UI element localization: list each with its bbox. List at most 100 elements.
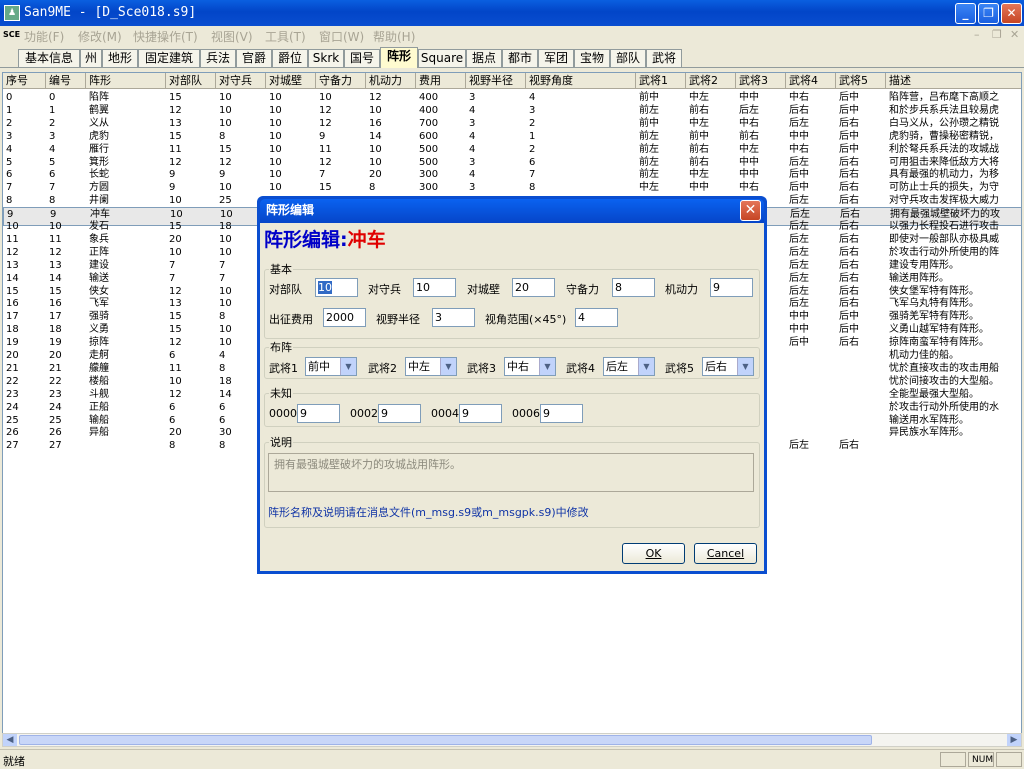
column-header[interactable]: 对城壁	[266, 73, 316, 89]
table-cell: 27	[49, 440, 62, 452]
table-row[interactable]: 3 3 虎豹 15 8 10 9 14 600 4 1 前左 前中 前右 中中 后中 虎豹骑，曹操秘密精锐，	[3, 130, 1021, 143]
table-cell: 17	[49, 311, 62, 323]
close-button[interactable]: ✕	[1001, 3, 1022, 24]
column-header[interactable]: 机动力	[366, 73, 416, 89]
field-0002-input[interactable]: 9	[378, 404, 421, 423]
menu-tools[interactable]: 工具(T)	[265, 28, 306, 45]
table-cell: 11	[49, 233, 62, 245]
menu-function[interactable]: 功能(F)	[24, 28, 64, 45]
column-header[interactable]: 费用	[416, 73, 466, 89]
table-cell: 6	[169, 401, 176, 413]
title-bar: ♟ San9ME - [D_Sce018.s9] _ ❐ ✕	[0, 0, 1024, 26]
table-row[interactable]: 1 1 鹤翼 12 10 10 12 10 400 4 3 前左 前右 后左 后右 后中 和於步兵系兵法且较易虎	[3, 104, 1021, 117]
scroll-right-icon[interactable]: ▶	[1007, 734, 1021, 746]
tab-square[interactable]: Square	[418, 49, 466, 67]
tab-province[interactable]: 州	[80, 49, 102, 67]
table-cell: 前右	[739, 130, 759, 142]
column-header[interactable]: 序号	[3, 73, 46, 89]
table-cell: 400	[419, 92, 439, 103]
field-0004-input[interactable]: 9	[459, 404, 502, 423]
scroll-thumb[interactable]	[19, 735, 872, 745]
description-text: 拥有最强城壁破坏力的攻城战用阵形。	[268, 453, 754, 492]
table-cell	[836, 375, 886, 388]
mobility-input[interactable]: 9	[710, 278, 753, 297]
tab-treasures[interactable]: 宝物	[574, 49, 610, 67]
scroll-left-icon[interactable]: ◀	[3, 734, 17, 746]
column-header[interactable]: 对部队	[166, 73, 216, 89]
table-row[interactable]: 0 0 陷阵 15 10 10 10 12 400 3 4 前中 中左 中中 中右 后中 陷阵营，吕布麾下高顺之	[3, 91, 1021, 104]
menu-help[interactable]: 帮助(H)	[373, 28, 415, 45]
tab-cities[interactable]: 都市	[502, 49, 538, 67]
cost-input[interactable]: 2000	[323, 308, 366, 327]
restore-button[interactable]: ❐	[978, 3, 999, 24]
mdi-minimize-icon[interactable]: –	[974, 28, 980, 41]
column-header[interactable]: 武将4	[786, 73, 836, 89]
table-cell: 7	[169, 259, 176, 271]
tab-officials[interactable]: 官爵	[236, 49, 272, 67]
tab-fixed-buildings[interactable]: 固定建筑	[138, 49, 200, 67]
tab-country-name[interactable]: 国号	[344, 49, 380, 67]
mdi-restore-icon[interactable]: ❐	[992, 28, 1002, 41]
column-header[interactable]: 描述	[886, 73, 1021, 89]
minimize-button[interactable]: _	[955, 3, 976, 24]
view-radius-input[interactable]: 3	[432, 308, 475, 327]
view-angle-input[interactable]: 4	[575, 308, 618, 327]
general5-label: 武将5	[665, 362, 694, 375]
general2-select[interactable]: 中左 ▼	[405, 357, 457, 376]
menu-quick-actions[interactable]: 快捷操作(T)	[133, 28, 198, 45]
general3-select[interactable]: 中右 ▼	[504, 357, 556, 376]
tab-generals[interactable]: 武将	[646, 49, 682, 67]
field-0006-input[interactable]: 9	[540, 404, 583, 423]
general1-select[interactable]: 前中 ▼	[305, 357, 357, 376]
field-0000-input[interactable]: 9	[297, 404, 340, 423]
tab-units[interactable]: 部队	[610, 49, 646, 67]
menu-window[interactable]: 窗口(W)	[319, 28, 364, 45]
dialog-close-icon[interactable]: ✕	[740, 200, 761, 221]
tab-corps[interactable]: 军团	[538, 49, 574, 67]
table-row[interactable]: 6 6 长蛇 9 9 10 7 20 300 4 7 前左 中左 中中 后中 后右 具有最强的机动力，为移	[3, 168, 1021, 181]
vs-unit-label: 对部队	[269, 283, 302, 296]
table-cell: 25	[49, 414, 62, 426]
ok-button[interactable]: OK	[622, 543, 685, 564]
column-header[interactable]: 武将1	[636, 73, 686, 89]
menu-view[interactable]: 视图(V)	[211, 28, 253, 45]
table-row[interactable]: 7 7 方圆 9 10 10 15 8 300 3 8 中左 中中 中右 后中 后右 可防止士兵的损失，为守	[3, 181, 1021, 194]
tab-basic-info[interactable]: 基本信息	[18, 49, 80, 67]
column-header[interactable]: 视野半径	[466, 73, 526, 89]
tab-ranks[interactable]: 爵位	[272, 49, 308, 67]
general4-select[interactable]: 后左 ▼	[603, 357, 655, 376]
table-cell: 后右	[839, 182, 859, 194]
table-row[interactable]: 5 5 箕形 12 12 10 12 10 500 3 6 前左 前右 中中 后左 后右 可用狙击来降低敌方大将	[3, 156, 1021, 169]
table-cell: 后左	[789, 156, 809, 168]
table-row[interactable]: 4 4 雁行 11 15 10 11 10 500 4 2 前左 前右 中左 中右 后中 利於弩兵系兵法的攻城战	[3, 143, 1021, 156]
cancel-button[interactable]: Cancel	[694, 543, 757, 564]
column-header[interactable]: 视野角度	[526, 73, 636, 89]
column-header[interactable]: 守备力	[316, 73, 366, 89]
table-row[interactable]: 2 2 义从 13 10 10 12 16 700 3 2 前中 中左 中右 后左 后右 白马义从，公孙瓒之精锐	[3, 117, 1021, 130]
column-header[interactable]: 编号	[46, 73, 86, 89]
column-header[interactable]: 武将2	[686, 73, 736, 89]
mdi-close-icon[interactable]: ✕	[1010, 28, 1019, 41]
vs-guard-input[interactable]: 10	[413, 278, 456, 297]
menu-modify[interactable]: 修改(M)	[78, 28, 122, 45]
vs-wall-input[interactable]: 20	[512, 278, 555, 297]
table-cell: 具有最强的机动力，为移	[889, 169, 999, 181]
general5-select[interactable]: 后右 ▼	[702, 357, 754, 376]
tab-terrain[interactable]: 地形	[102, 49, 138, 67]
tab-formation[interactable]: 阵形	[380, 47, 418, 68]
column-header[interactable]: 武将3	[736, 73, 786, 89]
tab-tactics[interactable]: 兵法	[200, 49, 236, 67]
vs-unit-input[interactable]: 10	[315, 278, 358, 297]
column-header[interactable]: 阵形	[86, 73, 166, 89]
tab-strongholds[interactable]: 据点	[466, 49, 502, 67]
tab-skrk[interactable]: Skrk	[308, 49, 344, 67]
horizontal-scrollbar[interactable]: ◀ ▶	[2, 733, 1022, 747]
table-cell: 15	[319, 182, 332, 194]
table-cell: 3	[469, 182, 476, 194]
table-cell: 3	[6, 130, 13, 142]
defense-input[interactable]: 8	[612, 278, 655, 297]
table-cell: 陷阵	[89, 92, 109, 103]
table-cell: 后右	[789, 104, 809, 116]
column-header[interactable]: 对守兵	[216, 73, 266, 89]
column-header[interactable]: 武将5	[836, 73, 886, 89]
